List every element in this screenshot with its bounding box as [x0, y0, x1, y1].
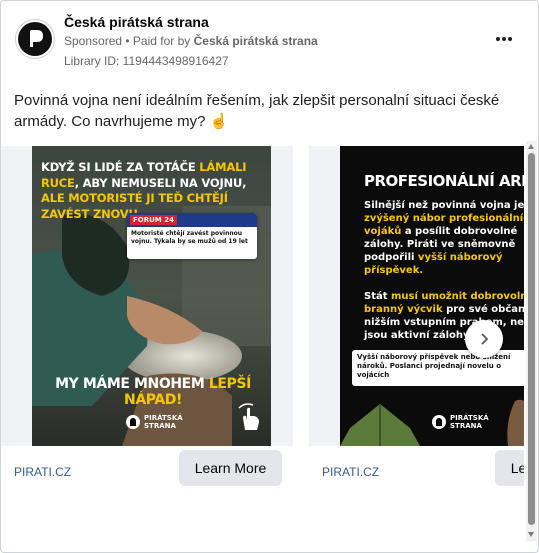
ad-creative-image[interactable]: PROFESIONÁLNÍ ARMÁDA Silnější než povinn… [340, 146, 524, 446]
vertical-scrollbar[interactable] [526, 141, 537, 541]
paid-for-prefix: • Paid for by [125, 34, 191, 48]
pirate-brand-logo: PIRÁTSKÁ STRANA [126, 414, 184, 430]
creative-title: PROFESIONÁLNÍ ARMÁDA [364, 172, 524, 190]
ad-card: Česká pirátská strana Sponsored • Paid f… [0, 0, 539, 553]
pirate-brand-logo: PIRÁTSKÁ STRANA [432, 414, 490, 430]
site-link[interactable]: PIRATI.CZ [322, 465, 379, 479]
swipe-hand-icon [238, 403, 259, 430]
card-link-row: PIRATI.CZ Learn More [309, 446, 524, 496]
news-quote-box: Vyšší náborový příspěvek nebo snížení ná… [352, 350, 524, 386]
more-options-icon[interactable] [492, 31, 516, 47]
post-body-text: Povinná vojna není ideálním řešením, jak… [14, 92, 500, 130]
library-id: Library ID: 1194443498916427 [64, 54, 229, 68]
learn-more-button[interactable]: Learn More [495, 450, 524, 486]
scroll-up-icon[interactable] [528, 144, 534, 149]
forum24-headline-card: FORUM 24 Motoristé chtějí zavést povinno… [127, 213, 257, 259]
scroll-down-icon[interactable] [528, 532, 534, 537]
sponsored-line: Sponsored • Paid for by Česká pirátská s… [64, 34, 318, 48]
ad-creative-image[interactable]: KDYŽ SI LIDÉ ZA TOTÁČE LÁMALI RUCE, ABY … [32, 146, 271, 446]
pirate-logo-icon [126, 415, 140, 429]
site-link[interactable]: PIRATI.CZ [14, 465, 71, 479]
learn-more-button[interactable]: Learn More [179, 450, 282, 486]
page-avatar[interactable] [15, 19, 55, 59]
pirate-logo-icon [432, 415, 446, 429]
pirate-logo-icon [18, 22, 52, 56]
page-name[interactable]: Česká pirátská strana [64, 14, 209, 30]
sponsored-label: Sponsored [64, 34, 123, 48]
chevron-right-icon [481, 333, 489, 345]
scrollbar-thumb[interactable] [528, 153, 535, 525]
forum24-text: Motoristé chtějí zavést povinnou vojnu. … [131, 230, 248, 245]
carousel-card[interactable]: KDYŽ SI LIDÉ ZA TOTÁČE LÁMALI RUCE, ABY … [1, 146, 293, 496]
forum24-logo: FORUM 24 [130, 215, 177, 225]
carousel-next-button[interactable] [465, 320, 503, 358]
ad-carousel: KDYŽ SI LIDÉ ZA TOTÁČE LÁMALI RUCE, ABY … [1, 146, 524, 496]
post-header: Česká pirátská strana Sponsored • Paid f… [13, 13, 526, 71]
paid-for-by[interactable]: Česká pirátská strana [194, 34, 318, 48]
card-link-row: PIRATI.CZ Learn More [1, 446, 293, 496]
